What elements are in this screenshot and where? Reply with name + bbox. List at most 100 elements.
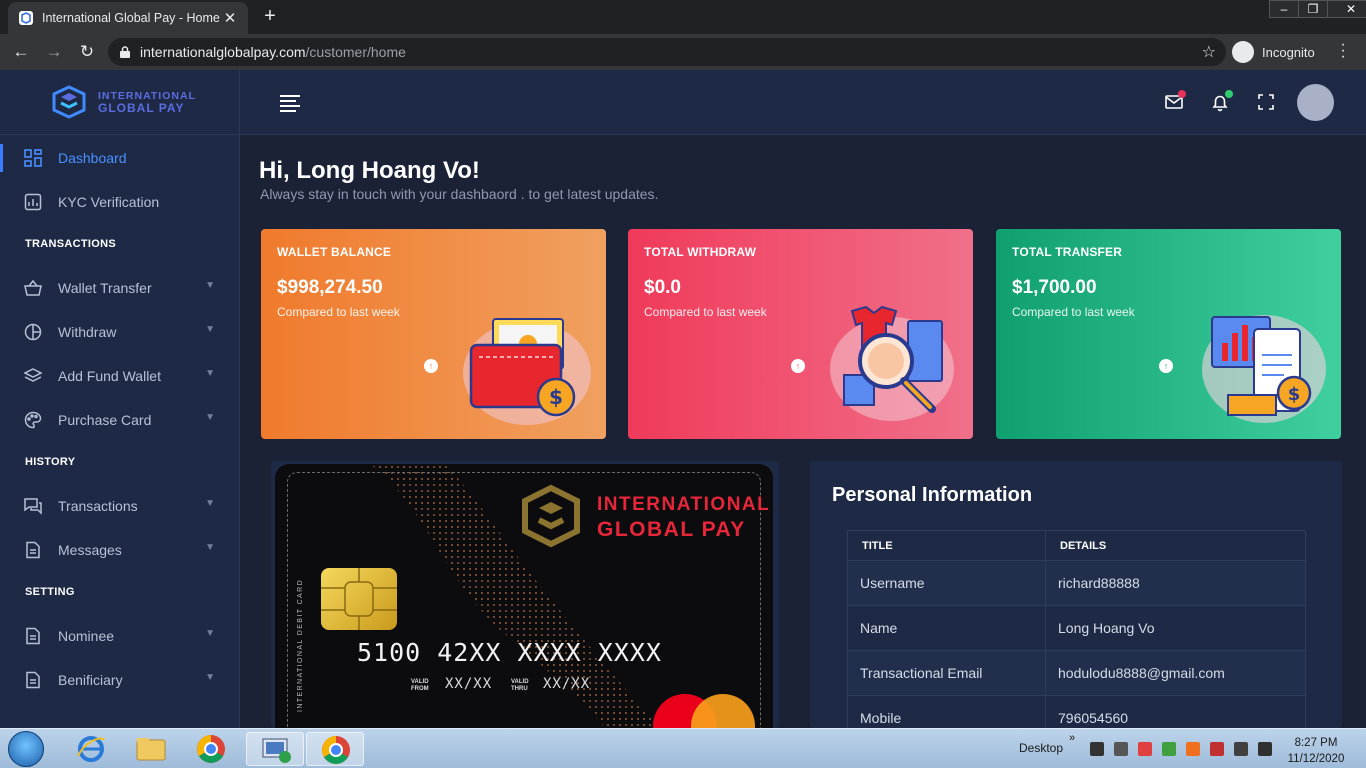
sidebar-item-label: Add Fund Wallet [58,368,161,384]
table-row: Name Long Hoang Vo [847,605,1306,651]
valid-from-value: XX/XX [445,676,493,692]
site-favicon-icon [19,11,33,25]
table-header-row: TITLE DETAILS [847,530,1306,561]
row-title: Mobile [847,695,1046,728]
sidebar-section-history: HISTORY [25,456,76,468]
remote-desktop-icon[interactable] [246,732,304,766]
document-icon [24,671,42,689]
debit-card[interactable]: INTERNATIONAL GLOBAL PAY INTERNATIONAL D… [275,464,773,728]
tray-icon-2[interactable] [1114,742,1128,756]
sidebar-item-label: Purchase Card [58,412,152,428]
tray-icon-3[interactable] [1162,742,1176,756]
chevron-down-icon: ▼ [205,368,215,379]
sidebar-item-nominee[interactable]: Nominee ▼ [0,614,239,658]
close-window-icon[interactable]: ✕ [1327,0,1366,18]
lock-icon [120,46,130,58]
tray-expand-icon[interactable]: » [1069,732,1075,744]
sidebar-item-transactions[interactable]: Transactions ▼ [0,484,239,528]
chart-icon [24,193,42,211]
row-title: Name [847,605,1046,651]
card-brand-line1: INTERNATIONAL [597,494,771,515]
browser-tab[interactable]: International Global Pay - Home ✕ [8,2,248,34]
system-clock[interactable]: 8:27 PM 11/12/2020 [1284,735,1348,767]
incognito-indicator[interactable]: Incognito [1232,38,1315,66]
table-row: Username richard88888 [847,560,1306,606]
user-avatar[interactable] [1297,84,1334,121]
internet-explorer-icon[interactable] [62,732,120,766]
new-tab-icon[interactable]: + [258,5,282,28]
stat-card-wallet-balance[interactable]: WALLET BALANCE $998,274.50 Compared to l… [261,229,606,439]
tray-icon-5[interactable] [1210,742,1224,756]
sidebar-item-label: Withdraw [58,324,117,340]
basket-icon [24,279,42,297]
document-icon [24,541,42,559]
clock-time: 8:27 PM [1294,737,1338,749]
bell-notification-dot [1225,90,1233,98]
sidebar-item-purchase-card[interactable]: Purchase Card ▼ [0,398,239,442]
window-controls: – ❐ ✕ [1269,0,1366,18]
brand-logo[interactable]: INTERNATIONAL GLOBAL PAY [0,70,239,135]
valid-thru-label: VALID THRU [511,679,529,693]
report-illustration-icon: $ [1202,315,1326,423]
volume-icon[interactable] [1234,742,1248,756]
sidebar-item-withdraw[interactable]: Withdraw ▼ [0,310,239,354]
fullscreen-icon[interactable] [1256,92,1276,112]
start-button-icon[interactable] [8,731,44,767]
tray-icon-1[interactable] [1090,742,1104,756]
sidebar-item-label: Nominee [58,628,115,644]
forward-icon[interactable]: → [43,41,65,63]
valid-from-label-line1: VALID [411,679,429,685]
dashboard-icon [24,149,42,167]
chevron-down-icon: ▼ [205,498,215,509]
sidebar-item-label: Transactions [58,498,138,514]
sidebar-item-dashboard[interactable]: Dashboard [0,136,239,180]
document-icon [24,627,42,645]
pie-icon [24,323,42,341]
valid-from-label-line2: FROM [411,686,429,692]
reload-icon[interactable]: ↻ [76,41,98,63]
brand-name-line1: INTERNATIONAL [98,90,196,102]
row-value: richard88888 [1045,560,1306,606]
palette-icon [24,411,42,429]
sidebar: INTERNATIONAL GLOBAL PAY Dashboard KYC V… [0,70,240,728]
sidebar-item-kyc-verification[interactable]: KYC Verification [0,180,239,224]
flag-icon[interactable] [1138,742,1152,756]
personal-info-panel: Personal Information TITLE DETAILS Usern… [810,461,1342,728]
close-tab-icon[interactable]: ✕ [222,9,238,27]
sidebar-item-label: Messages [58,542,122,558]
address-bar[interactable]: internationalglobalpay.com/customer/home… [108,38,1226,66]
menu-toggle-icon[interactable] [280,95,300,112]
stat-value: $0.0 [644,277,681,298]
incognito-label: Incognito [1262,44,1315,60]
sidebar-item-benificiary[interactable]: Benificiary ▼ [0,658,239,702]
back-icon[interactable]: ← [10,41,32,63]
bookmark-star-icon[interactable]: ☆ [1202,42,1216,62]
chevron-down-icon: ▼ [205,280,215,291]
sidebar-item-wallet-transfer[interactable]: Wallet Transfer ▼ [0,266,239,310]
stat-card-total-withdraw[interactable]: TOTAL WITHDRAW $0.0 Compared to last wee… [628,229,973,439]
desktop-toolbar-label[interactable]: Desktop [1019,741,1063,755]
personal-info-table: TITLE DETAILS Username richard88888 Name… [847,530,1306,728]
chrome-active-icon[interactable] [306,732,364,766]
sidebar-item-add-fund-wallet[interactable]: Add Fund Wallet ▼ [0,354,239,398]
tray-icon-4[interactable] [1186,742,1200,756]
stat-card-total-transfer[interactable]: TOTAL TRANSFER $1,700.00 Compared to las… [996,229,1341,439]
brand-name-line2: GLOBAL PAY [98,101,185,115]
network-icon[interactable] [1258,742,1272,756]
sidebar-item-messages[interactable]: Messages ▼ [0,528,239,572]
stat-label: TOTAL WITHDRAW [644,245,757,259]
browser-tab-title: International Global Pay - Home [42,11,220,25]
wallet-illustration-icon: $ [463,318,591,425]
minimize-window-icon[interactable]: – [1269,0,1299,18]
restore-window-icon[interactable]: ❐ [1298,0,1328,18]
row-title: Transactional Email [847,650,1046,696]
stat-value: $1,700.00 [1012,277,1097,298]
url-host: internationalglobalpay.com [140,44,306,60]
file-explorer-icon[interactable] [122,732,180,766]
browser-menu-icon[interactable]: · · · [1338,37,1348,65]
sidebar-item-label: Benificiary [58,672,123,688]
stat-label: WALLET BALANCE [277,245,392,259]
chrome-icon[interactable] [182,732,240,766]
sidebar-item-label: KYC Verification [58,194,160,210]
stat-label: TOTAL TRANSFER [1012,245,1123,259]
